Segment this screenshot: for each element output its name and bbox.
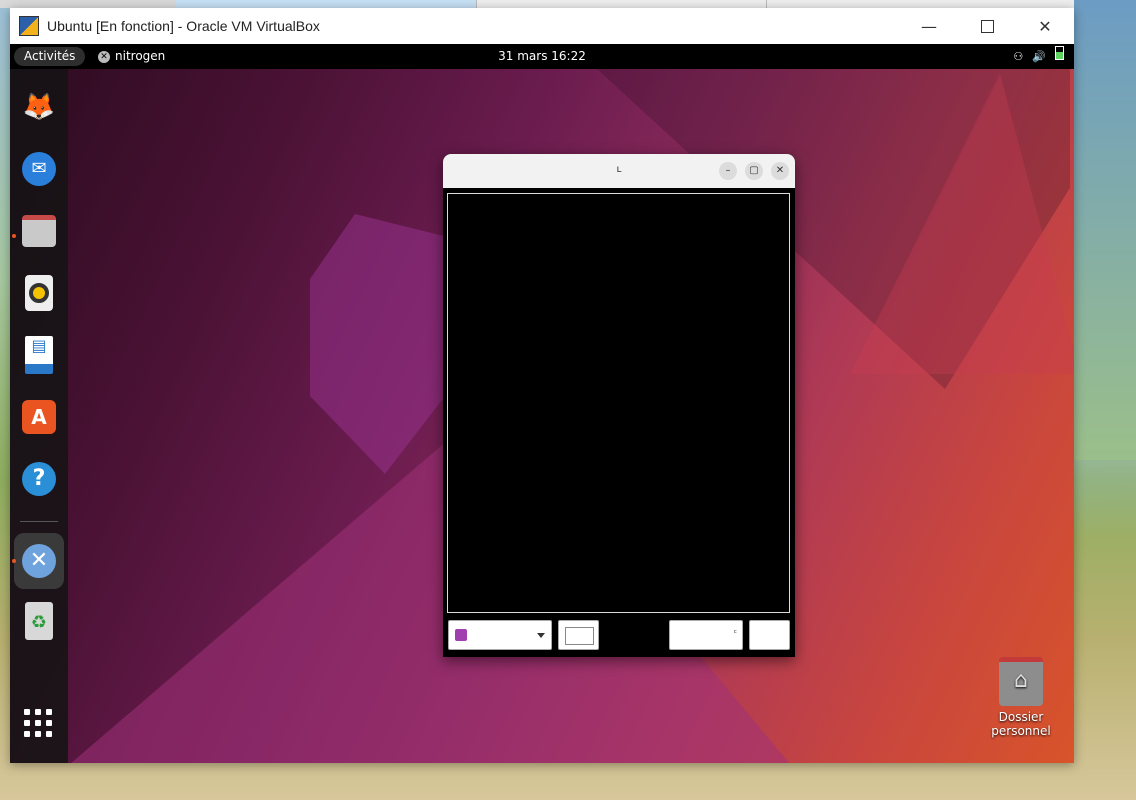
nitrogen-window: ʟ – ▢ ✕ ᶜ [443,154,795,657]
rhythmbox-icon [25,275,53,311]
dock-item-app-center[interactable]: A [19,397,59,437]
monitor-icon [455,629,467,641]
running-indicator [12,234,16,238]
nitrogen-toolbar: ᶜ [443,617,795,657]
wallpaper-facet [850,74,1074,374]
virtualbox-window: Ubuntu [En fonction] - Oracle VM Virtual… [10,8,1074,763]
help-icon: ? [22,462,56,496]
maximize-icon [980,19,994,33]
color-button[interactable] [558,620,599,650]
mode-select[interactable]: ᶜ [669,620,743,650]
monitor-select[interactable] [448,620,552,650]
chevron-down-icon [537,633,545,638]
dock-separator [20,521,58,522]
nitrogen-titlebar[interactable]: ʟ – ▢ ✕ [443,154,795,188]
host-tab[interactable] [476,0,767,8]
host-tab[interactable] [176,0,476,8]
minimize-icon: — [921,16,937,36]
virtualbox-titlebar[interactable]: Ubuntu [En fonction] - Oracle VM Virtual… [10,8,1074,44]
host-taskbar-strip [0,0,1136,8]
host-wallpaper [1074,0,1136,460]
running-indicator [12,559,16,563]
volume-icon: 🔊 [1032,50,1046,63]
system-tray[interactable]: ⚇ 🔊 [1013,44,1064,69]
dock-item-rhythmbox[interactable] [19,273,59,313]
app-center-icon: A [22,400,56,434]
battery-icon [1055,46,1064,60]
nitrogen-title: ʟ [616,164,622,175]
mode-select-mark: ᶜ [733,629,737,639]
clock[interactable]: 31 mars 16:22 [10,44,1074,69]
apply-button[interactable] [749,620,790,650]
desktop-home-folder[interactable]: Dossier personnel [985,657,1057,738]
dock-item-thunderbird[interactable]: ✉ [19,149,59,189]
dock-item-firefox[interactable]: 🦊 [19,87,59,127]
nitrogen-icon: ✕ [22,544,56,578]
close-button[interactable]: ✕ [1016,8,1074,44]
guest-desktop[interactable]: Activités ✕ nitrogen 31 mars 16:22 ⚇ 🔊 🦊… [10,44,1074,763]
close-icon: ✕ [1038,16,1052,36]
files-icon [22,215,56,247]
trash-icon: ♻ [25,602,53,640]
dock-item-trash[interactable]: ♻ [19,601,59,641]
dock-item-writer[interactable]: ▤ [19,335,59,375]
network-icon: ⚇ [1013,50,1024,63]
home-folder-icon [999,657,1043,706]
minimize-button[interactable]: — [900,8,958,44]
dock-item-help[interactable]: ? [19,459,59,499]
dock: 🦊 ✉ ▤ A ? ✕ ♻ [10,69,68,763]
thunderbird-icon: ✉ [22,152,56,186]
wallpaper-list-area[interactable] [447,193,790,613]
window-title: Ubuntu [En fonction] - Oracle VM Virtual… [47,18,320,34]
dock-item-files[interactable] [19,211,59,251]
app-maximize-button[interactable]: ▢ [745,162,763,180]
app-minimize-button[interactable]: – [719,162,737,180]
firefox-icon: 🦊 [22,92,56,122]
app-close-button[interactable]: ✕ [771,162,789,180]
show-apps-button[interactable] [24,709,52,737]
home-folder-label-line2: personnel [991,724,1051,738]
home-folder-label-line1: Dossier [998,710,1044,724]
gnome-top-bar: Activités ✕ nitrogen 31 mars 16:22 ⚇ 🔊 [10,44,1074,69]
virtualbox-logo-icon [19,16,39,36]
writer-icon: ▤ [25,336,53,374]
maximize-button[interactable] [958,8,1016,44]
color-swatch [565,627,594,645]
host-tab[interactable] [766,0,1077,8]
dock-item-nitrogen[interactable]: ✕ [14,533,64,589]
